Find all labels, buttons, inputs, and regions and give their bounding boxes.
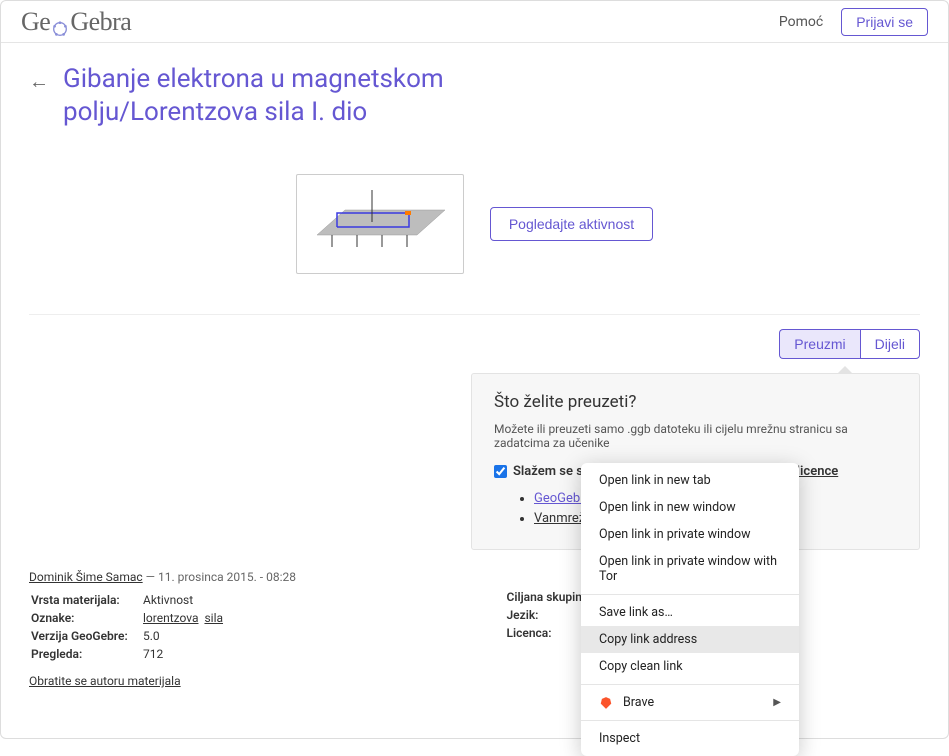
- preview-row: Pogledajte aktivnost: [29, 174, 920, 315]
- meta-label: Vrsta materijala:: [31, 592, 141, 608]
- ctx-open-new-tab[interactable]: Open link in new tab: [581, 467, 799, 494]
- tag-link[interactable]: sila: [204, 611, 223, 625]
- meta-value: 5.0: [143, 628, 443, 644]
- table-row: Vrsta materijala:Aktivnost: [31, 592, 443, 608]
- logo-text-right: Gebra: [70, 7, 131, 37]
- author-link[interactable]: Dominik Šime Samac: [29, 570, 143, 584]
- download-link-offline[interactable]: Vanmrež: [534, 511, 585, 526]
- ctx-brave-label: Brave: [623, 695, 654, 710]
- meta-value: lorentzova sila: [143, 610, 443, 626]
- signin-button[interactable]: Prijavi se: [841, 8, 928, 36]
- ctx-open-new-window[interactable]: Open link in new window: [581, 494, 799, 521]
- back-arrow-icon[interactable]: ←: [29, 69, 49, 94]
- ctx-open-private[interactable]: Open link in private window: [581, 521, 799, 548]
- actions-row: Preuzmi Dijeli: [29, 329, 920, 359]
- meta-left: Dominik Šime Samac — 11. prosinca 2015. …: [29, 570, 445, 688]
- meta-label: Pregleda:: [31, 646, 141, 662]
- ctx-copy-clean-link[interactable]: Copy clean link: [581, 653, 799, 680]
- agree-checkbox[interactable]: [494, 465, 507, 478]
- meta-label: Oznake:: [31, 610, 141, 626]
- chevron-right-icon: ▶: [773, 697, 781, 708]
- page-title: Gibanje elektrona u magnetskom polju/Lor…: [63, 63, 583, 128]
- download-button[interactable]: Preuzmi: [779, 329, 859, 359]
- ctx-separator: [581, 684, 799, 685]
- ctx-separator: [581, 720, 799, 721]
- contact-author-link[interactable]: Obratite se autoru materijala: [29, 674, 181, 688]
- tag-link[interactable]: lorentzova: [143, 611, 199, 625]
- logo[interactable]: Ge Gebra: [21, 7, 131, 37]
- meta-table-left: Vrsta materijala:Aktivnost Oznake:lorent…: [29, 590, 445, 664]
- meta-value: 712: [143, 646, 443, 662]
- panel-description: Možete ili preuzeti samo .ggb datoteku i…: [494, 422, 897, 450]
- table-row: Verzija GeoGebre:5.0: [31, 628, 443, 644]
- byline: Dominik Šime Samac — 11. prosinca 2015. …: [29, 570, 445, 584]
- download-link-ggb[interactable]: GeoGebr: [534, 491, 585, 506]
- main-content: ← Gibanje elektrona u magnetskom polju/L…: [1, 43, 948, 708]
- context-menu: Open link in new tab Open link in new wi…: [581, 463, 799, 756]
- help-link[interactable]: Pomoć: [779, 14, 823, 30]
- meta-value: Aktivnost: [143, 592, 443, 608]
- brave-icon: [599, 696, 613, 710]
- title-row: ← Gibanje elektrona u magnetskom polju/L…: [29, 63, 920, 128]
- app-header: Ge Gebra Pomoć Prijavi se: [1, 1, 948, 43]
- logo-text-left: Ge: [21, 7, 50, 37]
- ctx-separator: [581, 594, 799, 595]
- meta-label: Verzija GeoGebre:: [31, 628, 141, 644]
- ctx-brave-submenu[interactable]: Brave ▶: [581, 689, 799, 716]
- table-row: Oznake:lorentzova sila: [31, 610, 443, 626]
- logo-ring-icon: [51, 15, 69, 33]
- header-actions: Pomoć Prijavi se: [779, 8, 928, 36]
- ctx-copy-link-address[interactable]: Copy link address: [581, 626, 799, 653]
- ctx-open-tor[interactable]: Open link in private window with Tor: [581, 548, 799, 590]
- panel-title: Što želite preuzeti?: [494, 392, 897, 412]
- publish-date: 11. prosinca 2015. - 08:28: [158, 570, 296, 584]
- view-activity-button[interactable]: Pogledajte aktivnost: [490, 207, 653, 241]
- table-row: Pregleda:712: [31, 646, 443, 662]
- activity-thumbnail[interactable]: [296, 174, 464, 274]
- ctx-save-link-as[interactable]: Save link as…: [581, 599, 799, 626]
- share-button[interactable]: Dijeli: [860, 329, 920, 359]
- button-group: Preuzmi Dijeli: [779, 329, 920, 359]
